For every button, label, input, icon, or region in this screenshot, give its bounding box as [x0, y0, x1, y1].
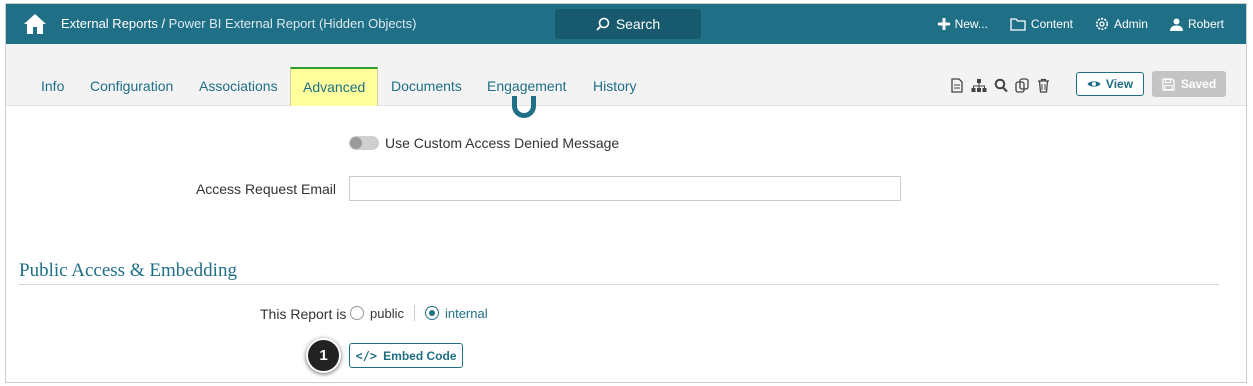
toolbar-icons [950, 78, 1050, 93]
save-icon [1162, 77, 1175, 91]
radio-public[interactable]: public [350, 306, 404, 321]
radio-public-label: public [370, 305, 404, 321]
access-request-email-field[interactable] [349, 176, 901, 201]
new-label: New... [954, 17, 988, 31]
radio-internal[interactable]: internal [424, 305, 488, 321]
embed-code-label: Embed Code [383, 348, 457, 363]
tab-history[interactable]: History [593, 78, 637, 94]
admin-label: Admin [1113, 17, 1148, 31]
search-label: Search [615, 16, 661, 32]
step-callout-badge: 1 [306, 338, 341, 373]
content-label: Content [1030, 17, 1073, 31]
breadcrumb-current: Power BI External Report (Hidden Objects… [168, 16, 417, 31]
eye-icon [1087, 81, 1101, 87]
user-label: Robert [1187, 17, 1224, 31]
embed-code-button[interactable]: </> Embed Code [349, 343, 463, 368]
radio-divider [413, 305, 415, 321]
tab-associations[interactable]: Associations [199, 78, 278, 94]
breadcrumb: External Reports / Power BI External Rep… [61, 16, 417, 31]
tab-info[interactable]: Info [41, 78, 64, 94]
admin-button[interactable]: Admin [1095, 17, 1148, 31]
home-icon[interactable] [23, 13, 47, 35]
plus-icon [937, 18, 950, 30]
radio-internal-circle [424, 306, 439, 320]
search-icon [596, 17, 610, 31]
new-button[interactable]: New... [937, 17, 988, 31]
search-button[interactable]: Search [555, 9, 701, 39]
tab-configuration[interactable]: Configuration [90, 78, 173, 94]
content-button[interactable]: Content [1010, 17, 1073, 31]
breadcrumb-separator: / [157, 16, 169, 31]
top-nav-actions: New... Content Admin Robert [937, 4, 1246, 44]
access-request-email-label: Access Request Email [195, 181, 336, 197]
tab-documents[interactable]: Documents [391, 78, 462, 94]
saved-button[interactable]: Saved [1152, 71, 1226, 97]
tab-engagement[interactable]: Engagement [487, 78, 566, 94]
search-icon[interactable] [994, 78, 1008, 93]
custom-denied-toggle-row: Use Custom Access Denied Message [349, 135, 619, 151]
top-navbar: External Reports / Power BI External Rep… [6, 4, 1246, 44]
document-icon[interactable] [950, 78, 964, 93]
visibility-radio-group: public internal [344, 305, 488, 321]
radio-internal-label: internal [444, 305, 488, 321]
folder-icon [1010, 17, 1026, 31]
code-icon: </> [355, 348, 378, 363]
hierarchy-icon[interactable] [971, 78, 987, 93]
custom-denied-label: Use Custom Access Denied Message [385, 135, 620, 151]
section-title-public-access: Public Access & Embedding [19, 260, 237, 281]
report-is-label: This Report is [260, 306, 347, 322]
saved-label: Saved [1180, 77, 1217, 91]
user-menu[interactable]: Robert [1169, 17, 1224, 31]
trash-icon[interactable] [1037, 78, 1050, 93]
radio-public-circle [350, 306, 364, 320]
user-icon [1169, 18, 1183, 31]
gear-icon [1095, 17, 1109, 31]
custom-denied-toggle[interactable] [349, 136, 379, 150]
tab-bar: Info Configuration Associations Advanced… [6, 44, 1246, 106]
breadcrumb-parent[interactable]: External Reports [61, 16, 158, 31]
app-frame: External Reports / Power BI External Rep… [5, 3, 1247, 383]
loading-indicator [512, 96, 536, 118]
tab-advanced[interactable]: Advanced [290, 67, 379, 106]
copy-icon[interactable] [1015, 78, 1030, 93]
section-divider [19, 284, 1219, 285]
view-label: View [1105, 77, 1134, 91]
view-button[interactable]: View [1076, 72, 1144, 96]
